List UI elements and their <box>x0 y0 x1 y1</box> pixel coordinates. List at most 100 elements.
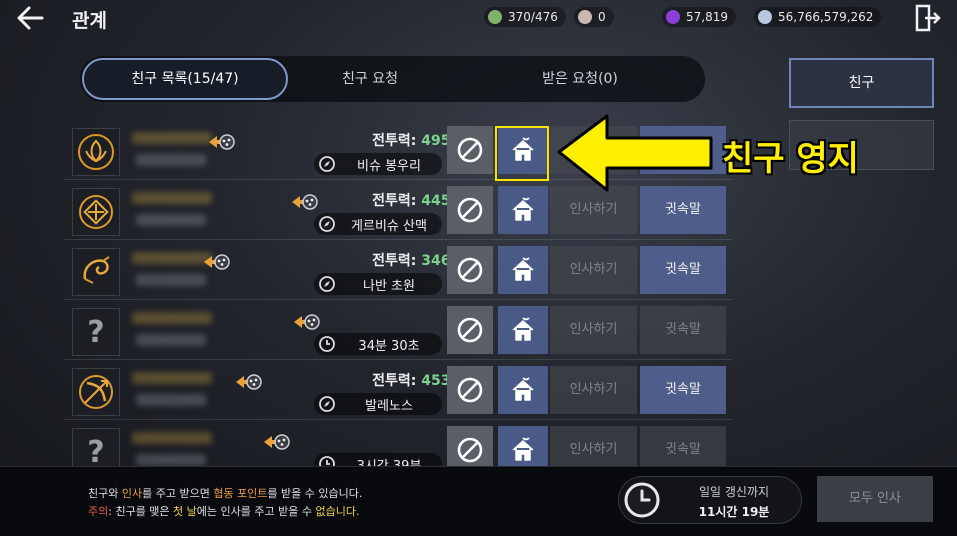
resource-energy: 370/476 <box>484 7 566 27</box>
info-line-2: 주의: 친구를 맺은 첫 날에는 인사를 주고 받을 수 없습니다. <box>88 503 359 519</box>
knot-emblem-icon <box>73 195 119 239</box>
tab-bar: 친구 목록(15/47) 친구 요청 받은 요청(0) <box>80 56 705 102</box>
visit-territory-button[interactable] <box>498 186 548 234</box>
visit-territory-button[interactable] <box>498 126 548 174</box>
resource-purple: 57,819 <box>662 7 736 27</box>
house-icon <box>512 317 534 341</box>
friend-name-redacted <box>132 192 212 204</box>
friend-name-redacted <box>132 132 212 144</box>
visit-territory-button[interactable] <box>498 246 548 294</box>
house-icon <box>512 197 534 221</box>
info-text-segment: 첫 날 <box>173 505 197 518</box>
friend-guild-redacted <box>136 454 206 466</box>
visit-territory-button[interactable] <box>498 306 548 354</box>
friend-location: 나반 초원 <box>314 273 442 295</box>
friend-portrait <box>72 188 120 236</box>
combat-power-label: 전투력: <box>372 193 417 209</box>
friend-portrait: ? <box>72 308 120 356</box>
friend-row[interactable]: ? 3시간 39분 인사하기 귓속말 <box>64 422 732 466</box>
block-button[interactable] <box>447 126 493 174</box>
chat-bubble-icon[interactable] <box>262 432 290 452</box>
house-icon <box>512 377 534 401</box>
greet-button[interactable]: 인사하기 <box>550 366 637 414</box>
block-button[interactable] <box>447 246 493 294</box>
chat-bubble-icon[interactable] <box>292 312 320 332</box>
svg-text:?: ? <box>87 315 104 350</box>
resource-value: 57,819 <box>686 10 728 24</box>
info-text-segment: 없습니다. <box>315 505 360 518</box>
friend-location: 발레노스 <box>314 393 442 415</box>
silver-coin-icon <box>758 10 772 24</box>
greet-button[interactable]: 인사하기 <box>550 306 637 354</box>
friend-location: 비슈 봉우리 <box>314 153 442 175</box>
top-bar: 관계 370/476 0 57,819 56,766,579,262 <box>0 0 957 36</box>
info-text-segment: 협동 포인트 <box>213 487 268 500</box>
whisper-button[interactable]: 귓속말 <box>640 246 726 294</box>
exit-door-icon[interactable] <box>915 4 941 32</box>
bow-emblem-icon <box>73 375 119 419</box>
chat-bubble-icon[interactable] <box>234 372 262 392</box>
timer-label: 일일 갱신까지 <box>698 485 770 499</box>
info-text-segment: 주의 <box>88 505 109 518</box>
friend-name-redacted <box>132 432 212 444</box>
friend-guild-redacted <box>136 394 206 406</box>
resource-pearl: 0 <box>574 7 614 27</box>
page-title: 관계 <box>72 10 107 32</box>
timer-value: 11시간 19분 <box>698 505 770 519</box>
location-text: 3시간 39분 <box>356 458 422 467</box>
last-login-time: 34분 30초 <box>314 333 442 355</box>
whisper-button[interactable]: 귓속말 <box>640 306 726 354</box>
friend-category-button[interactable]: 친구 <box>789 58 934 108</box>
block-icon <box>457 437 483 463</box>
dragon-emblem-icon <box>73 256 119 299</box>
resource-value: 370/476 <box>508 10 558 24</box>
friend-portrait: ? <box>72 428 120 466</box>
friend-row[interactable]: 전투력: 34607 나반 초원 인사하기 귓속말 <box>64 242 732 300</box>
block-button[interactable] <box>447 186 493 234</box>
whisper-button[interactable]: 귓속말 <box>640 426 726 466</box>
block-button[interactable] <box>447 366 493 414</box>
block-button[interactable] <box>447 426 493 466</box>
info-text-segment: : 친구를 맺은 <box>108 505 174 518</box>
clock-icon <box>319 456 335 466</box>
friend-name-redacted <box>132 312 212 324</box>
greet-button[interactable]: 인사하기 <box>550 426 637 466</box>
greet-all-button[interactable]: 모두 인사 <box>817 476 933 522</box>
greet-button[interactable]: 인사하기 <box>550 246 637 294</box>
clock-icon <box>624 482 660 518</box>
tab-friend-list[interactable]: 친구 목록(15/47) <box>82 58 288 100</box>
clock-icon <box>319 336 335 352</box>
block-icon <box>457 197 483 223</box>
chat-bubble-icon[interactable] <box>290 192 318 212</box>
footer-bar: 친구와 인사를 주고 받으면 협동 포인트를 받을 수 있습니다. 주의: 친구… <box>0 466 957 536</box>
friend-row[interactable]: 전투력: 45302 발레노스 인사하기 귓속말 <box>64 362 732 420</box>
compass-icon <box>319 396 335 412</box>
resource-silver: 56,766,579,262 <box>754 7 882 27</box>
question-icon: ? <box>73 315 119 359</box>
visit-territory-button[interactable] <box>498 426 548 466</box>
tab-friend-request[interactable]: 친구 요청 <box>290 56 450 102</box>
block-icon <box>457 257 483 283</box>
combat-power-label: 전투력: <box>372 133 417 149</box>
whisper-button[interactable]: 귓속말 <box>640 366 726 414</box>
house-icon <box>512 257 534 281</box>
friend-name-redacted <box>132 252 212 264</box>
friend-portrait <box>72 128 120 176</box>
tab-received-request[interactable]: 받은 요청(0) <box>480 56 680 102</box>
info-text-segment: 를 받을 수 있습니다. <box>267 487 363 500</box>
friend-portrait <box>72 368 120 416</box>
block-button[interactable] <box>447 306 493 354</box>
svg-text:?: ? <box>87 435 104 466</box>
friend-guild-redacted <box>136 334 206 346</box>
lotus-emblem-icon <box>73 134 119 179</box>
gem-icon <box>488 10 502 24</box>
back-arrow-icon[interactable] <box>12 2 48 34</box>
friend-row[interactable]: ? 34분 30초 인사하기 귓속말 <box>64 302 732 360</box>
compass-icon <box>319 156 335 172</box>
visit-territory-button[interactable] <box>498 366 548 414</box>
compass-icon <box>319 216 335 232</box>
location-text: 비슈 봉우리 <box>357 158 421 174</box>
chat-bubble-icon[interactable] <box>202 252 230 272</box>
purple-orb-icon <box>666 10 680 24</box>
chat-bubble-icon[interactable] <box>207 132 235 152</box>
